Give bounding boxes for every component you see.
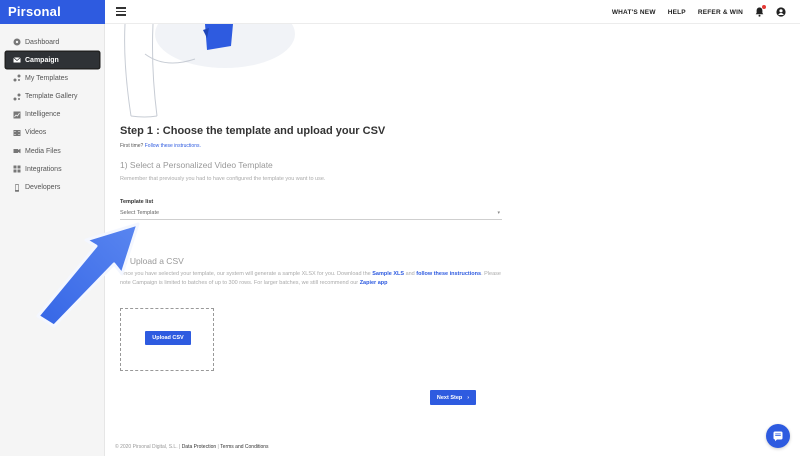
app-root: Pirsonal WHAT'S NEW HELP REFER & WIN Das…: [0, 0, 800, 456]
gallery-icon: [13, 93, 21, 101]
section2-text-part1: Once you have selected your template, ou…: [120, 271, 371, 277]
csv-drop-zone[interactable]: Upload CSV: [120, 308, 214, 371]
next-step-button[interactable]: Next Step ›: [430, 390, 476, 405]
sidebar-item-my-templates[interactable]: My Templates: [6, 70, 99, 86]
section2-text: Once you have selected your template, ou…: [120, 270, 505, 288]
templates-icon: [13, 74, 21, 82]
help-link[interactable]: HELP: [668, 9, 686, 16]
sidebar-item-label: Media Files: [25, 147, 61, 155]
whats-new-link[interactable]: WHAT'S NEW: [612, 9, 656, 16]
template-select-value: Select Template: [120, 210, 160, 216]
chart-icon: [13, 111, 21, 119]
footer-copyright: © 2020 Pirsonal Digital, S.L. |: [115, 444, 181, 450]
follow-these-instructions-link[interactable]: follow these instructions: [416, 271, 481, 277]
sidebar-item-label: Integrations: [25, 165, 62, 173]
template-list-label: Template list: [120, 199, 154, 205]
sample-xls-link[interactable]: Sample XLS: [372, 271, 404, 277]
sidebar-item-label: Template Gallery: [25, 93, 78, 101]
section2-title: 2) Upload a CSV: [120, 256, 184, 266]
sidebar-item-intelligence[interactable]: Intelligence: [6, 107, 99, 123]
notification-dot: [762, 5, 766, 9]
sidebar-item-template-gallery[interactable]: Template Gallery: [6, 89, 99, 105]
follow-instructions-link[interactable]: Follow these instructions.: [145, 143, 201, 149]
chat-button[interactable]: [766, 424, 790, 448]
phone-icon: [13, 183, 21, 192]
refer-and-win-link[interactable]: REFER & WIN: [698, 9, 743, 16]
top-nav: WHAT'S NEW HELP REFER & WIN: [612, 0, 786, 24]
mail-icon: [13, 56, 21, 64]
sidebar-item-integrations[interactable]: Integrations: [6, 161, 99, 177]
sidebar-item-media-files[interactable]: Media Files: [6, 143, 99, 159]
sidebar-item-label: Videos: [25, 129, 47, 137]
footer-separator: |: [217, 444, 219, 450]
grid-icon: [13, 165, 21, 173]
dashboard-icon: [13, 38, 21, 46]
zapier-app-link[interactable]: Zapier app: [360, 280, 388, 286]
caret-down-icon: ▾: [497, 210, 500, 216]
menu-icon[interactable]: [116, 7, 126, 16]
terms-link[interactable]: Terms and Conditions: [220, 444, 268, 450]
sidebar-item-label: Campaign: [25, 56, 59, 64]
media-icon: [13, 147, 21, 155]
sidebar-item-label: Intelligence: [25, 111, 61, 119]
section1-title: 1) Select a Personalized Video Template: [120, 160, 273, 170]
section1-subtitle: Remember that previously you had to have…: [120, 176, 326, 182]
video-icon: [13, 129, 21, 137]
chat-icon: [773, 431, 783, 442]
sidebar-item-developers[interactable]: Developers: [6, 180, 99, 196]
chevron-right-icon: ›: [467, 394, 470, 401]
brand-logo[interactable]: Pirsonal: [0, 0, 105, 24]
sidebar-item-campaign[interactable]: Campaign: [6, 52, 99, 69]
section2-text-part2: and: [405, 271, 415, 277]
upload-csv-button[interactable]: Upload CSV: [145, 331, 191, 345]
first-time-hint: First time? Follow these instructions.: [120, 143, 201, 149]
sidebar-item-dashboard[interactable]: Dashboard: [6, 34, 99, 50]
step-title: Step 1 : Choose the template and upload …: [120, 125, 386, 137]
bell-icon[interactable]: [755, 5, 766, 17]
account-icon[interactable]: [776, 7, 786, 17]
data-protection-link[interactable]: Data Protection: [182, 444, 216, 450]
sidebar-item-label: Dashboard: [25, 38, 60, 46]
template-select[interactable]: Select Template ▾: [120, 208, 502, 220]
next-step-label: Next Step: [436, 394, 463, 401]
main-content: Step 1 : Choose the template and upload …: [105, 24, 800, 456]
footer: © 2020 Pirsonal Digital, S.L. | Data Pro…: [115, 444, 269, 450]
person-illustration: [124, 24, 295, 118]
sidebar-item-label: My Templates: [25, 74, 69, 82]
sidebar: Dashboard Campaign My Templates Template…: [0, 24, 105, 456]
sidebar-item-label: Developers: [25, 184, 61, 191]
sidebar-item-videos[interactable]: Videos: [6, 125, 99, 141]
top-bar: Pirsonal WHAT'S NEW HELP REFER & WIN: [0, 0, 800, 24]
first-time-prefix: First time?: [120, 143, 144, 149]
